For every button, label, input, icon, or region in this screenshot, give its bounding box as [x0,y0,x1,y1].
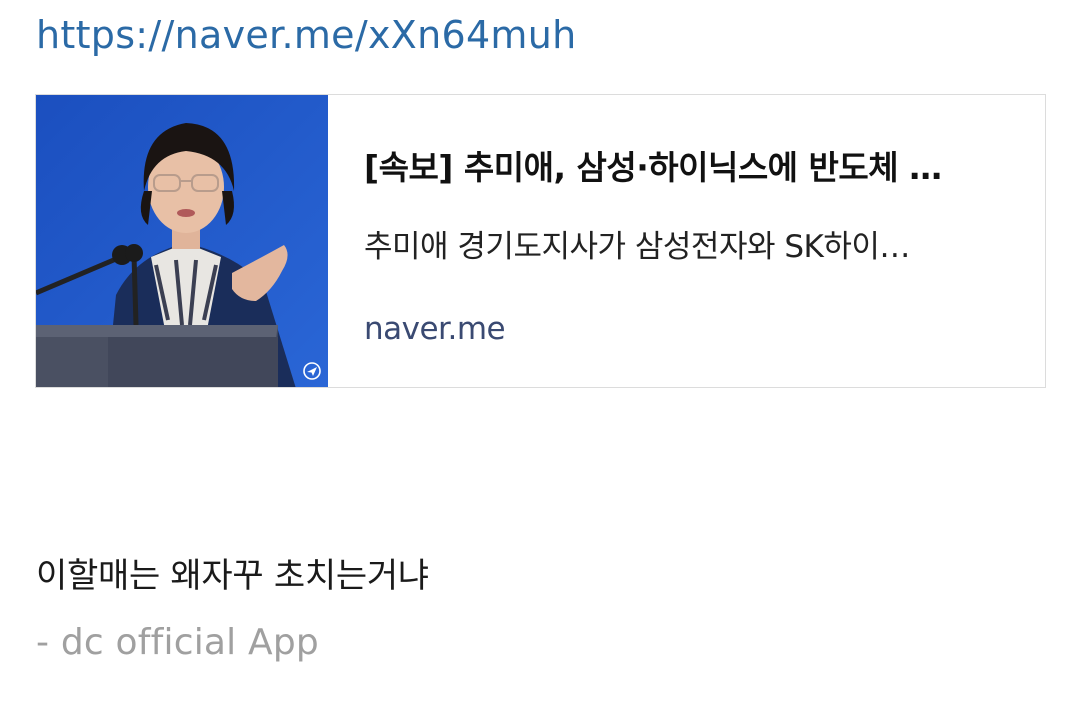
post-link-url[interactable]: https://naver.me/xXn64muh [36,10,577,60]
preview-thumbnail [36,95,328,387]
preview-title: [속보] 추미애, 삼성·하이닉스에 반도체 … [364,148,942,187]
post-content: https://naver.me/xXn64muh [속보] 추미애, 삼성·하… [0,0,1080,708]
preview-domain: naver.me [364,311,506,347]
preview-text-area: [속보] 추미애, 삼성·하이닉스에 반도체 … 추미애 경기도지사가 삼성전자… [328,95,1045,387]
link-preview-card[interactable]: [속보] 추미애, 삼성·하이닉스에 반도체 … 추미애 경기도지사가 삼성전자… [35,94,1046,388]
app-signature: - dc official App [36,622,319,663]
news-agency-logo-icon [303,362,321,380]
news-photo-podium-speaker [36,95,328,387]
preview-description: 추미애 경기도지사가 삼성전자와 SK하이… [364,229,910,265]
post-body-text: 이할매는 왜자꾸 초치는거냐 [36,556,429,596]
